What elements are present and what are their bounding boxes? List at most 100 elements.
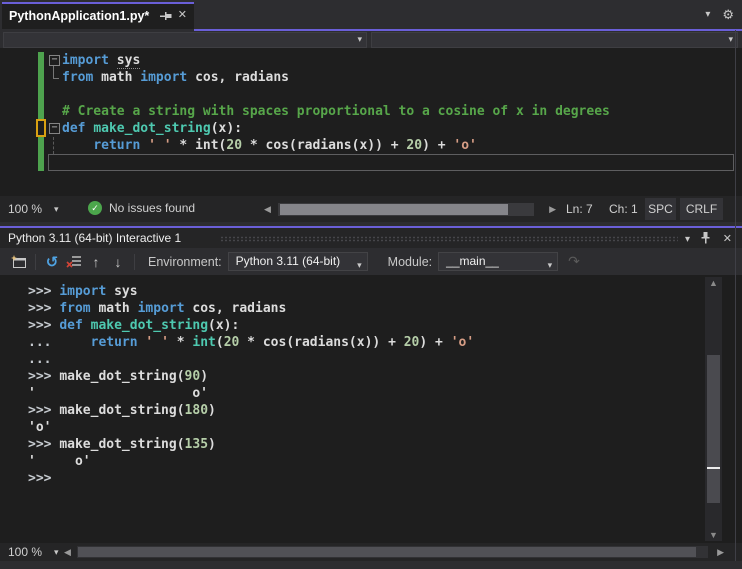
module-dropdown[interactable]: __main__ ▾ (438, 252, 559, 271)
token-pl: ) (208, 437, 216, 452)
chevron-down-icon[interactable]: ▾ (728, 34, 733, 45)
scroll-left-icon[interactable]: ◀ (64, 547, 71, 558)
tab-row-controls: ▾ ⚙ (705, 8, 734, 21)
scrollbar-thumb[interactable] (78, 547, 696, 557)
reset-repl-button[interactable]: ↺ (41, 252, 63, 272)
token-fn: make_dot_string (90, 318, 209, 333)
navbar-types-dropdown[interactable]: ▾ (3, 32, 367, 48)
token-kw: import (62, 53, 109, 68)
navbar-members-dropdown[interactable]: ▾ (371, 32, 738, 48)
new-interactive-window-button[interactable] (8, 252, 30, 272)
pin-tab-icon[interactable] (159, 10, 172, 22)
document-list-caret-icon[interactable]: ▾ (705, 9, 710, 20)
code-line (0, 86, 742, 103)
code-text: ... return ' ' * int(20 * cos(radians(x)… (28, 334, 474, 351)
editor-status-bar: 100 % ▾ ✓ No issues found ◀ ▶ Ln: 7 Ch: … (0, 196, 742, 222)
repl-code-lines: >>> import sys >>> from math import cos, … (28, 283, 742, 487)
scroll-right-icon[interactable]: ▶ (549, 204, 556, 215)
token-num: 180 (184, 403, 209, 418)
token-pr: >>> (28, 437, 60, 452)
gear-icon[interactable]: ⚙ (722, 8, 734, 21)
outline-collapse-icon[interactable]: − (49, 55, 60, 66)
scroll-left-icon[interactable]: ◀ (264, 204, 271, 215)
repl-horizontal-scrollbar[interactable]: ◀ ▶ (64, 546, 728, 558)
scroll-down-icon[interactable]: ▼ (705, 530, 722, 540)
toolbar-separator (134, 253, 135, 270)
token-pr: >>> (28, 471, 52, 486)
zoom-caret-icon[interactable]: ▾ (54, 204, 59, 215)
zoom-level[interactable]: 100 % (8, 202, 42, 216)
token-fn: make_dot_string (93, 121, 211, 136)
interactive-repl[interactable]: >>> import sys >>> from math import cos, … (0, 275, 742, 543)
scrollbar-track[interactable] (77, 546, 708, 558)
zoom-caret-icon[interactable]: ▾ (54, 547, 59, 558)
window-menu-caret-icon[interactable]: ▾ (685, 234, 690, 245)
eol-mode[interactable]: CRLF (680, 198, 723, 220)
close-tab-icon[interactable]: ✕ (178, 10, 187, 21)
indent-mode[interactable]: SPC (645, 198, 676, 220)
code-text: >>> make_dot_string(135) (28, 436, 216, 453)
title-bar-grip[interactable] (220, 236, 678, 242)
token-kw: return (90, 335, 138, 350)
repl-vertical-scrollbar[interactable]: ▲ ▼ (705, 277, 722, 541)
token-pr: >>> (28, 318, 60, 333)
health-indicator[interactable]: ✓ No issues found (88, 201, 195, 215)
token-fn: int (192, 335, 216, 350)
scrollbar-thumb[interactable] (707, 355, 720, 503)
interactive-window-title: Python 3.11 (64-bit) Interactive 1 (8, 231, 182, 245)
history-next-button[interactable]: ↓ (107, 252, 129, 272)
token-pl-sq: sys (116, 53, 141, 69)
token-pl: cos, radians (184, 301, 287, 316)
scroll-up-icon[interactable]: ▲ (705, 278, 722, 288)
close-icon[interactable]: ✕ (723, 232, 732, 245)
code-line: return ' ' * int(20 * cos(radians(x)) + … (0, 137, 742, 154)
outline-collapse-icon[interactable]: − (49, 123, 60, 134)
token-pl: * cos(radians(x)) + (239, 335, 404, 350)
clear-screen-button[interactable] (63, 252, 85, 272)
caret-position-marker (707, 467, 720, 469)
column-indicator: Ch: 1 (609, 202, 638, 216)
code-text: >>> from math import cos, radians (28, 300, 286, 317)
window-bottom-edge (0, 561, 742, 569)
token-pl: ( (215, 335, 224, 350)
token-pr: >>> (28, 369, 60, 384)
chevron-down-icon: ▾ (547, 260, 553, 270)
tab-pythonapplication1[interactable]: PythonApplication1.py* ✕ (2, 2, 194, 29)
code-line: >>> make_dot_string(90) (28, 368, 742, 385)
environment-dropdown[interactable]: Python 3.11 (64-bit) ▾ (227, 252, 368, 271)
issues-label: No issues found (109, 201, 196, 215)
zoom-level[interactable]: 100 % (8, 545, 42, 559)
editor-navigation-bar: ▾ ▾ (0, 29, 742, 48)
code-line: ' o' (28, 453, 742, 470)
outline-marker (49, 137, 62, 154)
interactive-window-title-bar[interactable]: Python 3.11 (64-bit) Interactive 1 ▾ ✕ (0, 228, 742, 248)
scroll-right-icon[interactable]: ▶ (717, 547, 724, 558)
token-pl: ' o' (28, 454, 91, 469)
line-indicator: Ln: 7 (566, 202, 593, 216)
outline-marker (49, 66, 62, 86)
token-pr: >>> (28, 284, 60, 299)
token-pl: cos, radians (187, 70, 289, 85)
scrollbar-track[interactable] (278, 203, 534, 216)
token-kw: from (59, 301, 91, 316)
token-pl: make_dot_string( (59, 437, 185, 452)
token-num: 20 (223, 335, 240, 350)
token-pl: * cos(radians(x)) + (242, 138, 407, 153)
code-text: 'o' (28, 419, 51, 436)
pin-icon[interactable] (700, 232, 711, 247)
code-editor[interactable]: − import sys from math import cos, radians… (0, 48, 742, 196)
environment-value: Python 3.11 (64-bit) (235, 254, 341, 268)
editor-horizontal-scrollbar[interactable]: ◀ ▶ (264, 203, 556, 216)
code-line: 'o' (28, 419, 742, 436)
token-pr: >>> (28, 301, 60, 316)
history-previous-button[interactable]: ↑ (85, 252, 107, 272)
chevron-down-icon[interactable]: ▾ (357, 34, 362, 45)
token-kw: def (59, 318, 83, 333)
check-circle-icon: ✓ (88, 201, 102, 215)
token-pl: ) (208, 403, 216, 418)
scrollbar-thumb[interactable] (280, 204, 508, 215)
outline-marker (49, 86, 62, 103)
